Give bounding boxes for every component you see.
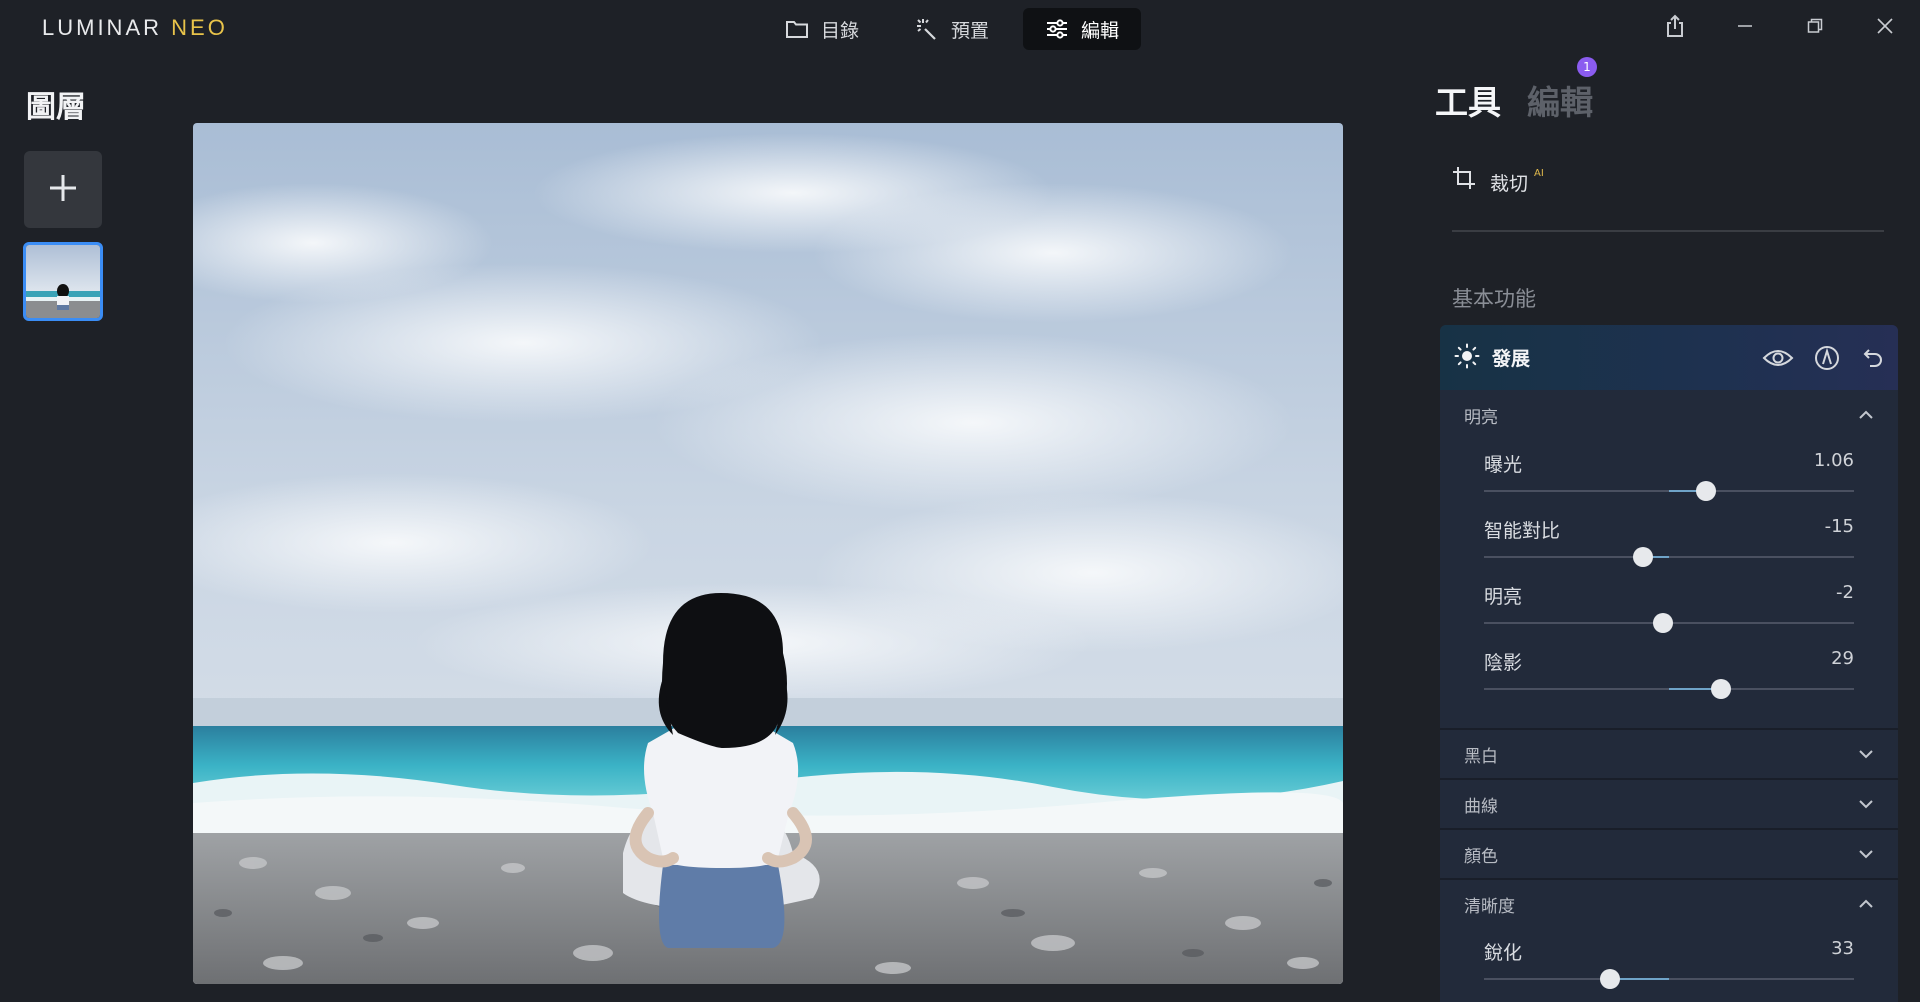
chevron-up-icon <box>1858 899 1874 909</box>
group-color-label: 顏色 <box>1464 846 1498 867</box>
tab-edit[interactable]: 編輯 <box>1023 8 1142 50</box>
plus-icon <box>47 172 79 208</box>
title-bar: LUMINAR NEO 目錄 預置 編輯 <box>0 0 1920 56</box>
tool-name: 發展 <box>1492 348 1531 370</box>
chevron-down-icon <box>1858 799 1874 809</box>
sharpen-label: 銳化 <box>1484 942 1523 964</box>
group-curves-header[interactable]: 曲線 <box>1440 778 1898 828</box>
tab-tools[interactable]: 工具 <box>1435 76 1501 124</box>
light-label: 明亮 <box>1484 586 1523 608</box>
window-controls <box>1640 0 1920 56</box>
minimize-button[interactable] <box>1710 0 1780 56</box>
share-icon <box>1665 14 1685 42</box>
sharpen-handle[interactable] <box>1599 969 1620 989</box>
exposure-label: 曝光 <box>1484 454 1523 476</box>
group-details-header[interactable]: 清晰度 <box>1440 878 1898 928</box>
sun-icon <box>1454 343 1480 373</box>
shadows-handle[interactable] <box>1710 679 1731 699</box>
sharpen-track[interactable] <box>1484 969 1854 989</box>
shadows-track[interactable] <box>1484 679 1854 699</box>
essentials-section-title: 基本功能 <box>1452 287 1536 311</box>
group-bw-header[interactable]: 黑白 <box>1440 728 1898 778</box>
tab-edit-label: 編輯 <box>1081 19 1120 42</box>
shadows-value: 29 <box>1831 648 1854 669</box>
exposure-track[interactable] <box>1484 481 1854 501</box>
close-icon <box>1877 18 1893 38</box>
tab-catalog[interactable]: 目錄 <box>763 8 881 50</box>
chevron-down-icon <box>1858 849 1874 859</box>
layer-thumbnail[interactable] <box>23 242 103 321</box>
group-curves-label: 曲線 <box>1464 796 1498 817</box>
minimize-icon <box>1737 18 1753 38</box>
group-bw-label: 黑白 <box>1464 746 1498 767</box>
exposure-handle[interactable] <box>1696 481 1716 501</box>
eye-icon[interactable] <box>1762 348 1794 368</box>
light-slider[interactable]: 明亮 -2 <box>1440 572 1898 638</box>
chevron-down-icon <box>1858 749 1874 759</box>
exposure-value: 1.06 <box>1813 450 1854 471</box>
tab-edits[interactable]: 編輯 <box>1527 76 1593 124</box>
sliders-icon <box>1045 19 1069 39</box>
tab-presets[interactable]: 預置 <box>893 8 1011 50</box>
crop-ai-tag: AI <box>1534 168 1544 179</box>
smart-contrast-handle[interactable] <box>1633 547 1654 567</box>
light-handle[interactable] <box>1653 613 1674 633</box>
light-value: -2 <box>1836 582 1854 603</box>
photo-canvas[interactable] <box>193 123 1343 984</box>
restore-button[interactable] <box>1780 0 1850 56</box>
edits-count-badge: 1 <box>1577 57 1597 77</box>
photo-image <box>193 123 1343 984</box>
group-light-label: 明亮 <box>1464 407 1498 428</box>
share-button[interactable] <box>1640 0 1710 56</box>
smart-contrast-value: -15 <box>1824 516 1854 537</box>
main-nav: 目錄 預置 編輯 <box>763 8 1142 50</box>
undo-icon[interactable] <box>1860 346 1884 370</box>
folder-icon <box>785 19 809 39</box>
tab-presets-label: 預置 <box>951 19 990 42</box>
light-track[interactable] <box>1484 613 1854 633</box>
develop-tool-header[interactable]: 發展 <box>1440 325 1898 390</box>
exposure-slider[interactable]: 曝光 1.06 <box>1440 440 1898 506</box>
group-light-header[interactable]: 明亮 <box>1440 390 1898 440</box>
chevron-up-icon <box>1858 410 1874 420</box>
logo-text: LUMINAR <box>42 15 163 40</box>
tab-catalog-label: 目錄 <box>821 19 860 42</box>
smart-contrast-label: 智能對比 <box>1484 520 1561 542</box>
magic-wand-icon <box>915 17 939 41</box>
restore-icon <box>1807 18 1823 38</box>
logo-accent-text: NEO <box>171 15 228 40</box>
crop-tool-button[interactable]: 裁切 AI <box>1452 166 1884 232</box>
add-layer-button[interactable] <box>24 151 102 228</box>
develop-tool-panel: 發展 明亮 曝光 1.06 智能對比 -15 明亮 -2 陰影 29 黑白 曲線… <box>1440 325 1898 1002</box>
shadows-label: 陰影 <box>1484 652 1523 674</box>
group-details-label: 清晰度 <box>1464 896 1515 917</box>
shadows-slider[interactable]: 陰影 29 <box>1440 638 1898 704</box>
tool-header-actions <box>1762 345 1884 371</box>
smart-contrast-track[interactable] <box>1484 547 1854 567</box>
smart-contrast-slider[interactable]: 智能對比 -15 <box>1440 506 1898 572</box>
layer-thumbnail-image <box>26 245 100 318</box>
crop-label: 裁切 <box>1490 173 1529 195</box>
group-color-header[interactable]: 顏色 <box>1440 828 1898 878</box>
crop-icon <box>1452 166 1476 194</box>
brush-mask-icon[interactable] <box>1814 345 1840 371</box>
panel-tabs: 工具 編輯 <box>1435 76 1593 124</box>
app-logo: LUMINAR NEO <box>42 15 228 41</box>
sharpen-value: 33 <box>1831 938 1854 959</box>
close-button[interactable] <box>1850 0 1920 56</box>
sharpen-slider[interactable]: 銳化 33 <box>1440 928 1898 994</box>
layers-title: 圖層 <box>26 90 86 125</box>
